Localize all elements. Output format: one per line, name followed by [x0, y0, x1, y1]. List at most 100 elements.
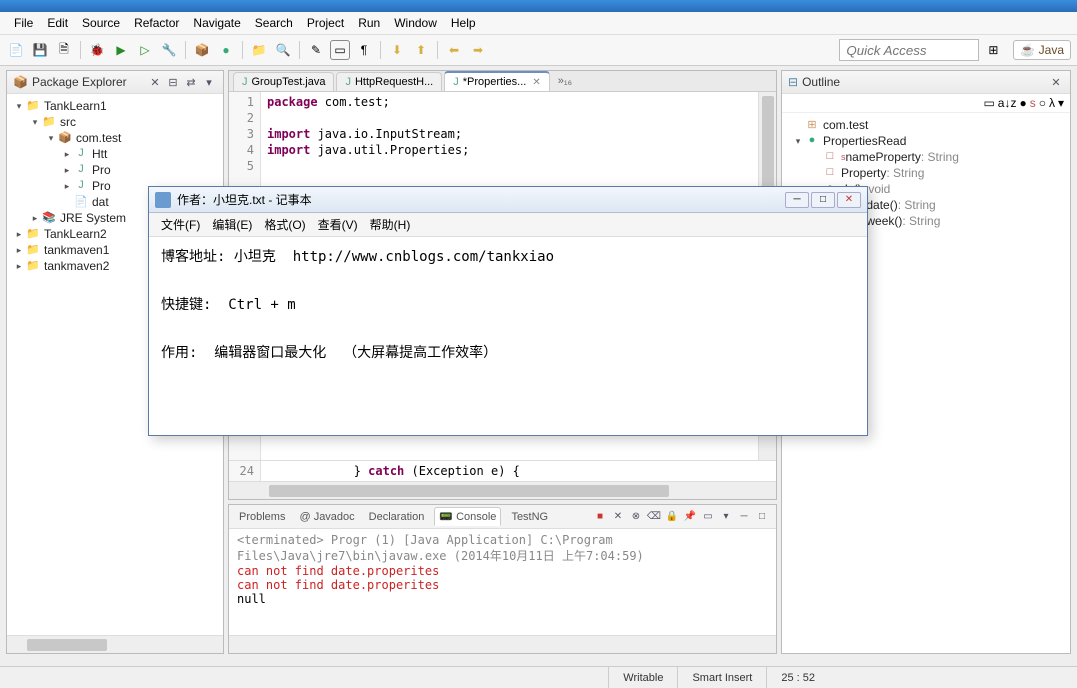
notepad-titlebar[interactable]: 作者：小坦克.txt - 记事本 ─ □ ✕	[149, 187, 867, 213]
menu-edit[interactable]: Edit	[41, 14, 74, 32]
search-icon[interactable]: 🔍	[273, 40, 293, 60]
bottom-tab-problems[interactable]: Problems	[235, 509, 289, 525]
horizontal-scrollbar[interactable]	[229, 481, 776, 499]
view-title: Package Explorer	[32, 75, 145, 89]
save-icon[interactable]: 💾	[30, 40, 50, 60]
horizontal-scrollbar[interactable]	[229, 635, 776, 653]
menu-refactor[interactable]: Refactor	[128, 14, 185, 32]
console-output[interactable]: <terminated> Progr (1) [Java Application…	[229, 529, 776, 635]
bottom-tab-console[interactable]: 📟 Console	[434, 507, 501, 526]
collapse-all-icon[interactable]: ⊟	[165, 74, 181, 90]
tab-overflow[interactable]: »₁₆	[558, 75, 572, 87]
focus-icon[interactable]: ▭	[983, 96, 994, 110]
run-icon[interactable]: ▶	[111, 40, 131, 60]
open-perspective-icon[interactable]: ⊞	[983, 40, 1003, 60]
maximize-icon[interactable]: □	[754, 509, 770, 525]
minimize-icon[interactable]: ─	[736, 509, 752, 525]
outline-node[interactable]: ⊞com.test	[784, 117, 1068, 133]
open-type-icon[interactable]: 📁	[249, 40, 269, 60]
show-whitespace-icon[interactable]: ¶	[354, 40, 374, 60]
menu-source[interactable]: Source	[76, 14, 126, 32]
next-annotation-icon[interactable]: ⬇	[387, 40, 407, 60]
scroll-lock-icon[interactable]: 🔒	[664, 509, 680, 525]
statusbar: Writable Smart Insert 25 : 52	[0, 666, 1077, 688]
hide-nonpublic-icon[interactable]: ○	[1039, 96, 1046, 110]
quick-access-input[interactable]	[839, 39, 979, 61]
new-class-icon[interactable]: ●	[216, 40, 236, 60]
notepad-menu-item[interactable]: 帮助(H)	[366, 215, 415, 234]
scroll-thumb[interactable]	[27, 639, 107, 651]
notepad-menu-item[interactable]: 文件(F)	[157, 215, 204, 234]
menu-project[interactable]: Project	[301, 14, 350, 32]
menu-window[interactable]: Window	[388, 14, 443, 32]
tree-node[interactable]: ▾📁src	[9, 114, 221, 130]
remove-launch-icon[interactable]: ✕	[610, 509, 626, 525]
tree-node[interactable]: ▸JHtt	[9, 146, 221, 162]
outline-node[interactable]: □s nameProperty : String	[784, 149, 1068, 165]
close-view-icon[interactable]: ✕	[1048, 74, 1064, 90]
tree-node[interactable]: ▾📁TankLearn1	[9, 98, 221, 114]
close-view-icon[interactable]: ✕	[147, 74, 163, 90]
outline-node[interactable]: ▾●PropertiesRead	[784, 133, 1068, 149]
bottom-tab-javadoc[interactable]: @ Javadoc	[295, 509, 358, 525]
menu-help[interactable]: Help	[445, 14, 482, 32]
link-editor-icon[interactable]: ⇄	[183, 74, 199, 90]
remove-all-icon[interactable]: ⊗	[628, 509, 644, 525]
tree-node[interactable]: ▸JPro	[9, 162, 221, 178]
open-console-icon[interactable]: ▾	[718, 509, 734, 525]
view-menu-icon[interactable]: ▾	[201, 74, 217, 90]
menu-file[interactable]: File	[8, 14, 39, 32]
toggle-block-icon[interactable]: ▭	[330, 40, 350, 60]
hide-static-icon[interactable]: s	[1030, 96, 1036, 110]
java-perspective-button[interactable]: ☕ Java	[1013, 40, 1071, 60]
separator	[185, 41, 186, 59]
save-all-icon[interactable]: 🗎	[54, 40, 74, 60]
tree-node[interactable]: ▾📦com.test	[9, 130, 221, 146]
clear-console-icon[interactable]: ⌫	[646, 509, 662, 525]
menu-search[interactable]: Search	[249, 14, 299, 32]
sort-icon[interactable]: a↓z	[998, 96, 1017, 110]
tail-code[interactable]: } catch (Exception e) {	[261, 461, 776, 481]
new-icon[interactable]: 📄	[6, 40, 26, 60]
notepad-window[interactable]: 作者：小坦克.txt - 记事本 ─ □ ✕ 文件(F)编辑(E)格式(O) 查看…	[148, 186, 868, 436]
minimize-button[interactable]: ─	[785, 192, 809, 208]
toggle-mark-icon[interactable]: ✎	[306, 40, 326, 60]
hide-local-icon[interactable]: λ	[1049, 96, 1055, 110]
editor-tab[interactable]: J*Properties...✕	[444, 71, 549, 91]
maximize-button[interactable]: □	[811, 192, 835, 208]
editor-tab[interactable]: JGroupTest.java	[233, 72, 334, 91]
view-menu-icon[interactable]: ▾	[1058, 96, 1064, 110]
separator	[299, 41, 300, 59]
menu-navigate[interactable]: Navigate	[187, 14, 246, 32]
bottom-tab-testng[interactable]: TestNG	[507, 509, 552, 525]
editor-tab[interactable]: JHttpRequestH...	[336, 72, 442, 91]
debug-icon[interactable]: 🐞	[87, 40, 107, 60]
hide-fields-icon[interactable]: ●	[1019, 96, 1026, 110]
scroll-thumb[interactable]	[269, 485, 669, 497]
notepad-menu-item[interactable]: 格式(O)	[260, 215, 309, 234]
bottom-tab-declaration[interactable]: Declaration	[365, 509, 429, 525]
editor-tabbar: JGroupTest.javaJHttpRequestH...J*Propert…	[229, 71, 776, 92]
forward-icon[interactable]: ➡	[468, 40, 488, 60]
prev-annotation-icon[interactable]: ⬆	[411, 40, 431, 60]
pin-console-icon[interactable]: 📌	[682, 509, 698, 525]
window-titlebar	[0, 0, 1077, 12]
outline-node[interactable]: □Property : String	[784, 165, 1068, 181]
run-last-icon[interactable]: ▷	[135, 40, 155, 60]
notepad-window-controls: ─ □ ✕	[785, 192, 861, 208]
bottom-tabbar: Problems @ Javadoc Declaration 📟 Console Tes…	[229, 505, 776, 529]
new-package-icon[interactable]: 📦	[192, 40, 212, 60]
close-button[interactable]: ✕	[837, 192, 861, 208]
menu-run[interactable]: Run	[352, 14, 386, 32]
display-selected-icon[interactable]: ▭	[700, 509, 716, 525]
notepad-title: 作者：小坦克.txt - 记事本	[177, 191, 312, 208]
status-position: 25 : 52	[766, 667, 829, 688]
back-icon[interactable]: ⬅	[444, 40, 464, 60]
notepad-menu-item[interactable]: 编辑(E)	[208, 215, 256, 234]
notepad-body[interactable]: 博客地址: 小坦克 http://www.cnblogs.com/tankxia…	[149, 237, 867, 373]
notepad-menu-item[interactable]: 查看(V)	[314, 215, 362, 234]
external-tools-icon[interactable]: 🔧	[159, 40, 179, 60]
horizontal-scrollbar[interactable]	[7, 635, 223, 653]
terminate-icon[interactable]: ■	[592, 509, 608, 525]
notepad-menubar: 文件(F)编辑(E)格式(O) 查看(V)帮助(H)	[149, 213, 867, 237]
